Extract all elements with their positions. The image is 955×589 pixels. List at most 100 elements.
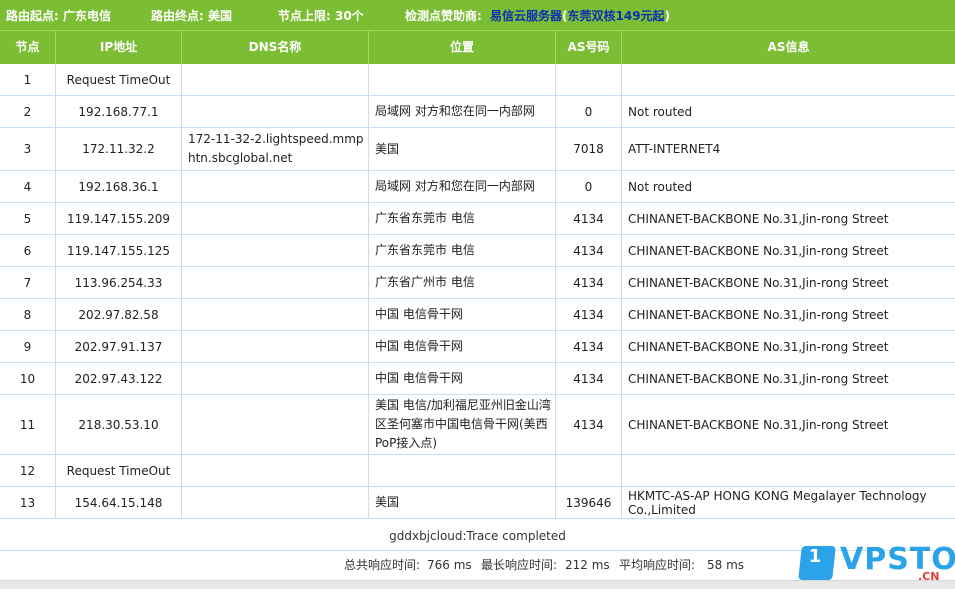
table-row: 5 119.147.155.209 广东省东莞市 电信 4134 CHINANET-BA… [0, 203, 955, 235]
cell-ip-text: 192.168.77.1 [78, 104, 159, 119]
max-time-label: 最长响应时间: [481, 558, 558, 572]
cell-hop-text: 3 [23, 142, 32, 156]
cell-ip: 113.96.254.33 [55, 267, 181, 298]
vpstop-watermark-logo: 1 VPSTOP .CN [798, 540, 955, 584]
header-hop: 节点 [15, 40, 40, 54]
cell-ip: 218.30.53.10 [55, 395, 181, 454]
cell-asn: 4134 [555, 363, 621, 394]
total-time-value: 766 ms [427, 558, 472, 572]
table-row: 10 202.97.43.122 中国 电信骨干网 4134 CHINANET-BACK… [0, 363, 955, 395]
cell-location-text: 美国 [375, 495, 400, 509]
cell-dns [181, 395, 368, 454]
cell-ip: 172.11.32.2 [55, 128, 181, 170]
cell-asinfo: HKMTC-AS-AP HONG KONG Megalayer Technolo… [621, 487, 955, 518]
cell-asn-text: 7018 [573, 142, 604, 156]
cell-location: 美国 [368, 487, 555, 518]
cell-hop-text: 2 [23, 104, 32, 119]
sponsor-name-link[interactable]: 易信云服务器(东莞双核149元起) [490, 7, 670, 24]
cell-hop-text: 12 [19, 463, 36, 478]
cell-ip: 154.64.15.148 [55, 487, 181, 518]
cell-asinfo-text: CHINANET-BACKBONE No.31,Jin-rong Street [628, 371, 889, 386]
cell-ip-text: Request TimeOut [66, 463, 171, 478]
cell-location-text: 局域网 对方和您在同一内部网 [375, 104, 535, 118]
logo-suffix: .CN [918, 570, 940, 583]
cell-hop: 8 [0, 299, 55, 330]
cell-location-text: 局域网 对方和您在同一内部网 [375, 179, 535, 193]
cell-dns [181, 235, 368, 266]
cell-hop: 1 [0, 64, 55, 95]
cell-location: 中国 电信骨干网 [368, 299, 555, 330]
cell-asn-text: 4134 [573, 275, 604, 290]
cell-asinfo-text: ATT-INTERNET4 [628, 142, 721, 156]
cell-ip: 119.147.155.209 [55, 203, 181, 234]
cell-asinfo [621, 64, 955, 95]
route-end-label: 路由终点: 美国 [151, 9, 232, 23]
table-row: 4 192.168.36.1 局域网 对方和您在同一内部网 0 Not routed [0, 171, 955, 203]
cell-ip: 202.97.43.122 [55, 363, 181, 394]
cell-location: 中国 电信骨干网 [368, 363, 555, 394]
cell-location-text: 中国 电信骨干网 [375, 371, 463, 385]
cell-asinfo-text: CHINANET-BACKBONE No.31,Jin-rong Street [628, 275, 889, 290]
route-start-label: 路由起点: 广东电信 [6, 9, 111, 23]
cell-hop: 3 [0, 128, 55, 170]
cell-asn: 4134 [555, 203, 621, 234]
cell-location [368, 455, 555, 486]
cell-asinfo: CHINANET-BACKBONE No.31,Jin-rong Street [621, 299, 955, 330]
cell-location: 局域网 对方和您在同一内部网 [368, 171, 555, 202]
cell-asn-text: 4134 [573, 211, 604, 226]
cell-location: 广东省东莞市 电信 [368, 235, 555, 266]
cell-asinfo-text: CHINANET-BACKBONE No.31,Jin-rong Street [628, 417, 889, 432]
table-row: 13 154.64.15.148 美国 139646 HKMTC-AS-AP HONG … [0, 487, 955, 519]
cell-hop-text: 7 [23, 275, 32, 290]
cell-asinfo-text: Not routed [628, 104, 693, 119]
cell-ip-text: 172.11.32.2 [82, 142, 155, 156]
cell-asn-text: 4134 [573, 307, 604, 322]
cell-asinfo: CHINANET-BACKBONE No.31,Jin-rong Street [621, 203, 955, 234]
cell-asn [555, 64, 621, 95]
cell-asn-text: 0 [584, 104, 593, 119]
cell-hop: 12 [0, 455, 55, 486]
cell-ip: 202.97.91.137 [55, 331, 181, 362]
cell-hop-text: 1 [23, 72, 32, 87]
table-header: 节点 IP地址 DNS名称 位置 AS号码 AS信息 [0, 30, 955, 65]
cell-dns [181, 487, 368, 518]
cell-asn-text: 4134 [573, 243, 604, 258]
cell-hop-text: 11 [19, 417, 36, 432]
cell-asinfo-text: Not routed [628, 179, 693, 194]
cell-asn: 0 [555, 96, 621, 127]
cell-ip: Request TimeOut [55, 455, 181, 486]
cell-hop: 6 [0, 235, 55, 266]
cell-hop-text: 10 [19, 371, 36, 386]
cell-hop-text: 9 [23, 339, 32, 354]
table-row: 8 202.97.82.58 中国 电信骨干网 4134 CHINANET-BACKBO… [0, 299, 955, 331]
cell-asinfo: CHINANET-BACKBONE No.31,Jin-rong Street [621, 267, 955, 298]
cell-asinfo-text: CHINANET-BACKBONE No.31,Jin-rong Street [628, 243, 889, 258]
cell-hop: 4 [0, 171, 55, 202]
cell-ip-text: 192.168.36.1 [78, 179, 159, 194]
route-info-bar: 路由起点: 广东电信 路由终点: 美国 节点上限: 30个 检测点赞助商: 易信… [0, 0, 955, 30]
sponsor-name: 易信云服务器 [490, 9, 563, 23]
cell-asn: 4134 [555, 395, 621, 454]
cell-ip-text: 202.97.91.137 [74, 339, 163, 354]
cell-asinfo-text: HKMTC-AS-AP HONG KONG Megalayer Technolo… [628, 488, 927, 517]
cell-asinfo: ATT-INTERNET4 [621, 128, 955, 170]
header-dns: DNS名称 [181, 31, 368, 65]
table-row: 7 113.96.254.33 广东省广州市 电信 4134 CHINANET-BACK… [0, 267, 955, 299]
cell-asinfo-text: CHINANET-BACKBONE No.31,Jin-rong Street [628, 211, 889, 226]
cell-ip: 119.147.155.125 [55, 235, 181, 266]
cell-location-text: 中国 电信骨干网 [375, 307, 463, 321]
cell-ip-text: 113.96.254.33 [74, 275, 163, 290]
cell-asn-text: 4134 [573, 339, 604, 354]
cell-dns [181, 203, 368, 234]
header-asinfo: AS信息 [621, 31, 955, 65]
cell-hop-text: 5 [23, 211, 32, 226]
cell-hop: 13 [0, 487, 55, 518]
cell-ip-text: Request TimeOut [66, 72, 171, 87]
cell-dns [181, 331, 368, 362]
cell-dns [181, 299, 368, 330]
cell-dns [181, 267, 368, 298]
max-time-value: 212 ms [565, 558, 610, 572]
cell-ip-text: 154.64.15.148 [74, 495, 163, 510]
cell-location-text: 美国 [375, 141, 400, 156]
cell-asn: 4134 [555, 235, 621, 266]
